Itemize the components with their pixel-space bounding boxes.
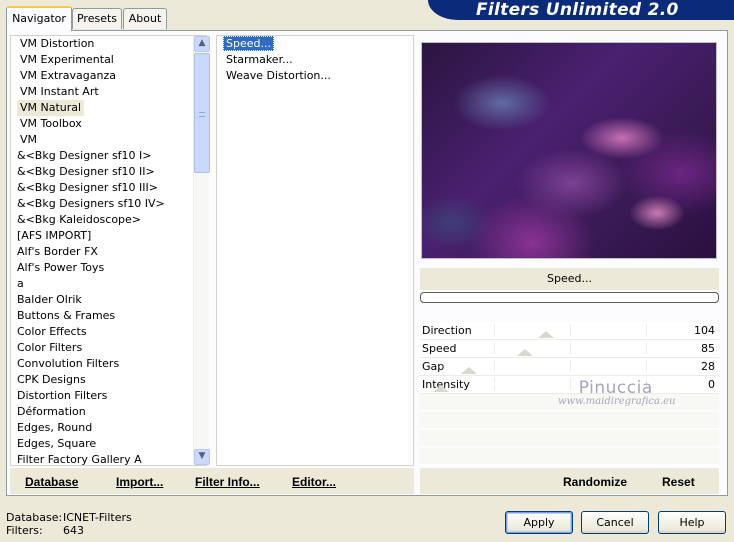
category-item[interactable]: a [14, 276, 27, 292]
category-list[interactable]: ▲ ▼ VM Distortion VM Experimental VM Extra… [10, 35, 210, 468]
filter-list[interactable]: Speed... Starmaker... Weave Distortion... [216, 35, 414, 466]
filters-count: 643 [63, 524, 84, 537]
category-item[interactable]: &<Bkg Designer sf10 II> [14, 164, 158, 180]
category-item[interactable]: Filter Factory Gallery A [14, 452, 145, 468]
scroll-down-icon[interactable]: ▼ [194, 449, 210, 465]
category-item[interactable]: &<Bkg Designers sf10 IV> [14, 196, 168, 212]
category-scrollbar[interactable]: ▲ ▼ [193, 36, 210, 465]
slider-knob[interactable] [517, 349, 533, 356]
scroll-up-icon[interactable]: ▲ [194, 36, 210, 52]
filter-item[interactable]: Speed... [223, 36, 274, 51]
category-item[interactable]: VM Natural [17, 100, 85, 116]
reset-button[interactable]: Reset [662, 475, 695, 489]
parameter-name: Gap [422, 360, 445, 373]
category-item[interactable]: Edges, Square [14, 436, 99, 452]
preview-image [421, 42, 717, 259]
empty-parameter-row [419, 448, 719, 465]
database-label: Database: [6, 511, 63, 524]
watermark: Pinuccia www.maidiregrafica.eu [556, 378, 676, 407]
tab-presets[interactable]: Presets [72, 8, 122, 29]
category-item[interactable]: VM Instant Art [17, 84, 102, 100]
slider-knob[interactable] [461, 367, 477, 374]
left-command-bar: Database Import... Filter Info... Editor… [10, 468, 414, 494]
category-item[interactable]: &<Bkg Kaleidoscope> [14, 212, 144, 228]
category-item[interactable]: Alf's Border FX [14, 244, 101, 260]
filter-item[interactable]: Starmaker... [223, 52, 296, 67]
slider-knob[interactable] [433, 385, 449, 392]
parameter-value: 104 [694, 324, 715, 337]
watermark-name: Pinuccia [578, 378, 653, 398]
database-link[interactable]: Database [25, 475, 78, 489]
category-item[interactable]: Alf's Power Toys [14, 260, 107, 276]
selected-filter-name: Speed... [420, 268, 719, 290]
category-item[interactable]: &<Bkg Designer sf10 III> [14, 180, 161, 196]
slider-tick [570, 342, 571, 354]
slider-tick [494, 342, 495, 354]
category-item[interactable]: VM Extravaganza [17, 68, 119, 84]
cancel-button[interactable]: Cancel [581, 511, 649, 534]
slider-tick [494, 378, 495, 390]
empty-parameter-row [419, 430, 719, 447]
category-item[interactable]: Distortion Filters [14, 388, 110, 404]
slider-tick [646, 342, 647, 354]
category-item[interactable]: CPK Designs [14, 372, 89, 388]
parameter-value: 28 [701, 360, 715, 373]
editor-link[interactable]: Editor... [292, 475, 336, 489]
parameter-row[interactable]: Direction 104 [419, 322, 719, 340]
tab-navigator[interactable]: Navigator [6, 6, 72, 31]
database-value: ICNET-Filters [63, 511, 132, 524]
grip-icon [199, 112, 205, 117]
slider-knob[interactable] [538, 331, 554, 338]
help-button[interactable]: Help [658, 511, 726, 534]
parameter-name: Direction [422, 324, 472, 337]
right-command-bar: Randomize Reset [420, 468, 719, 494]
category-item[interactable]: VM Toolbox [17, 116, 85, 132]
category-item[interactable]: &<Bkg Designer sf10 I> [14, 148, 155, 164]
category-item[interactable]: VM [17, 132, 40, 148]
progress-bar [420, 292, 719, 303]
apply-button[interactable]: Apply [505, 511, 573, 534]
empty-parameter-row [419, 412, 719, 429]
category-item[interactable]: Edges, Round [14, 420, 95, 436]
category-item[interactable]: Convolution Filters [14, 356, 122, 372]
filters-label: Filters: [6, 524, 43, 537]
category-item[interactable]: Color Effects [14, 324, 90, 340]
randomize-button[interactable]: Randomize [563, 475, 627, 489]
slider-tick [646, 360, 647, 372]
parameter-value: 0 [708, 378, 715, 391]
category-item[interactable]: Color Filters [14, 340, 85, 356]
scroll-thumb[interactable] [194, 53, 210, 173]
category-item[interactable]: Balder Olrik [14, 292, 85, 308]
parameter-row[interactable]: Speed 85 [419, 340, 719, 358]
category-item[interactable]: Buttons & Frames [14, 308, 118, 324]
category-item[interactable]: VM Experimental [17, 52, 117, 68]
parameter-row[interactable]: Gap 28 [419, 358, 719, 376]
tab-about[interactable]: About [123, 8, 167, 29]
watermark-url: www.maidiregrafica.eu [558, 396, 676, 407]
parameter-name: Speed [422, 342, 457, 355]
slider-tick [646, 324, 647, 336]
parameter-value: 85 [701, 342, 715, 355]
filter-item[interactable]: Weave Distortion... [223, 68, 334, 83]
category-item[interactable]: VM Distortion [17, 36, 97, 52]
slider-tick [570, 324, 571, 336]
slider-tick [570, 360, 571, 372]
filter-info-link[interactable]: Filter Info... [195, 475, 260, 489]
app-title-banner: Filters Unlimited 2.0 [428, 0, 734, 20]
category-item[interactable]: Déformation [14, 404, 89, 420]
slider-tick [494, 360, 495, 372]
slider-tick [494, 324, 495, 336]
import-link[interactable]: Import... [116, 475, 163, 489]
category-item[interactable]: [AFS IMPORT] [14, 228, 94, 244]
